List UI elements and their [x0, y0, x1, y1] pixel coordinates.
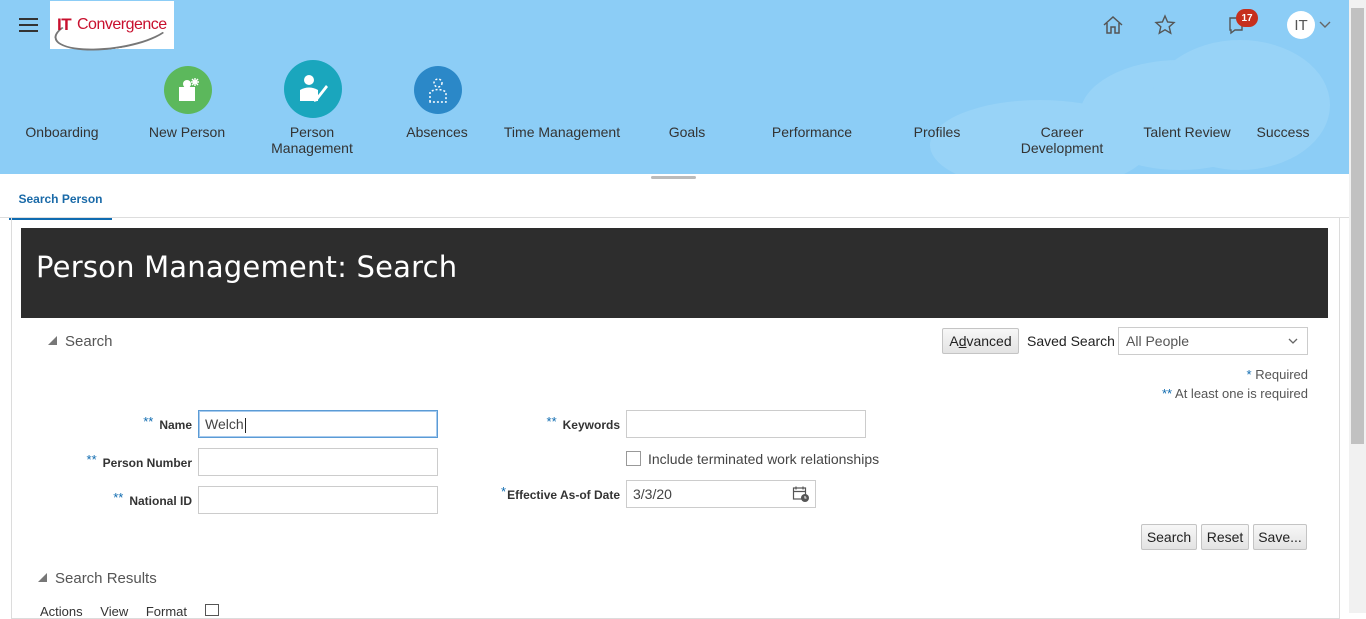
effective-date-value: 3/3/20 — [633, 486, 672, 502]
at-least-one-star: ** — [1162, 386, 1173, 401]
keywords-label-text: Keywords — [562, 418, 620, 432]
header-decoration — [1150, 40, 1330, 170]
search-section-header[interactable]: Search — [65, 333, 113, 350]
include-terminated-label[interactable]: Include terminated work relationships — [648, 451, 879, 467]
required-note-text: Required — [1255, 367, 1308, 382]
notification-count-badge[interactable]: 17 — [1236, 9, 1258, 27]
saved-search-value: All People — [1126, 333, 1190, 349]
required-star: * — [1246, 367, 1252, 382]
home-icon[interactable] — [1100, 12, 1126, 38]
name-label-text: Name — [159, 418, 192, 432]
national-id-input[interactable] — [198, 486, 438, 514]
keywords-required-stars: ** — [546, 414, 557, 429]
person-number-input[interactable] — [198, 448, 438, 476]
person-number-label-text: Person Number — [102, 456, 192, 470]
page-title: Person Management: Search — [36, 250, 458, 284]
calendar-icon[interactable] — [792, 485, 810, 503]
reset-button[interactable]: Reset — [1201, 524, 1249, 550]
saved-search-dropdown[interactable]: All People — [1118, 327, 1308, 355]
keywords-label: ** Keywords — [470, 414, 620, 432]
nav-item-onboarding[interactable]: Onboarding — [2, 124, 122, 140]
company-logo[interactable]: IT Convergence — [50, 1, 175, 58]
name-input[interactable]: Welch — [198, 410, 438, 438]
tab-search-person[interactable]: Search Person — [9, 190, 112, 220]
user-avatar[interactable]: IT — [1287, 11, 1315, 39]
national-id-required-stars: ** — [113, 490, 124, 505]
actions-menu[interactable]: Actions — [40, 604, 83, 619]
at-least-one-note-text: At least one is required — [1175, 386, 1308, 401]
saved-search-label: Saved Search — [1027, 333, 1115, 349]
name-input-value: Welch — [205, 416, 244, 432]
chevron-down-icon — [1288, 338, 1298, 344]
keywords-input[interactable] — [626, 410, 866, 438]
nav-item-goals[interactable]: Goals — [627, 124, 747, 140]
person-number-label: ** Person Number — [40, 452, 192, 470]
nav-item-new-person[interactable]: New Person — [127, 124, 247, 140]
effective-date-required-star: * — [501, 484, 507, 499]
logo-text-rest: Convergence — [77, 16, 167, 33]
panel-resize-handle[interactable] — [651, 176, 696, 179]
advanced-button-prefix: A — [949, 333, 959, 349]
scrollbar-thumb[interactable] — [1351, 8, 1364, 444]
nav-item-person-management[interactable]: Person Management — [262, 124, 362, 156]
collapse-triangle-icon[interactable] — [48, 336, 57, 345]
search-button[interactable]: Search — [1141, 524, 1197, 550]
nav-item-performance[interactable]: Performance — [752, 124, 872, 140]
national-id-label-text: National ID — [129, 494, 192, 508]
logo-text-it: IT — [57, 15, 72, 34]
person-number-required-stars: ** — [86, 452, 97, 467]
favorites-star-icon[interactable] — [1152, 12, 1178, 38]
table-icon[interactable] — [204, 604, 219, 616]
name-label: ** Name — [60, 414, 192, 432]
results-toolbar: Actions View Format — [40, 604, 219, 619]
nav-item-time-management[interactable]: Time Management — [497, 124, 627, 140]
nav-item-success[interactable]: Success — [1243, 124, 1323, 140]
view-menu[interactable]: View — [100, 604, 128, 619]
chevron-down-icon[interactable] — [1318, 16, 1332, 32]
advanced-search-button[interactable]: Ad vanced — [942, 328, 1019, 354]
effective-date-label-text: Effective As-of Date — [507, 488, 620, 502]
nav-item-talent-review[interactable]: Talent Review — [1127, 124, 1247, 140]
effective-date-input[interactable]: 3/3/20 — [626, 480, 816, 508]
menu-icon[interactable] — [19, 17, 38, 33]
format-menu[interactable]: Format — [146, 604, 187, 619]
name-required-stars: ** — [143, 414, 154, 429]
nav-item-profiles[interactable]: Profiles — [877, 124, 997, 140]
required-note: * Required — [1200, 367, 1308, 382]
collapse-triangle-icon[interactable] — [38, 573, 47, 582]
nav-item-absences[interactable]: Absences — [377, 124, 497, 140]
absences-icon[interactable] — [414, 66, 462, 114]
person-management-icon[interactable] — [284, 60, 342, 118]
text-cursor — [244, 417, 246, 433]
search-results-header[interactable]: Search Results — [55, 570, 157, 587]
include-terminated-checkbox[interactable] — [626, 451, 641, 466]
advanced-button-accesskey: d — [958, 333, 967, 349]
advanced-button-rest: vanced — [966, 333, 1012, 349]
nav-item-career-development[interactable]: Career Development — [1012, 124, 1112, 156]
save-button[interactable]: Save... — [1253, 524, 1307, 550]
new-person-icon[interactable] — [164, 66, 212, 114]
national-id-label: ** National ID — [40, 490, 192, 508]
at-least-one-note: ** At least one is required — [1120, 386, 1308, 401]
effective-date-label: *Effective As-of Date — [470, 484, 620, 502]
